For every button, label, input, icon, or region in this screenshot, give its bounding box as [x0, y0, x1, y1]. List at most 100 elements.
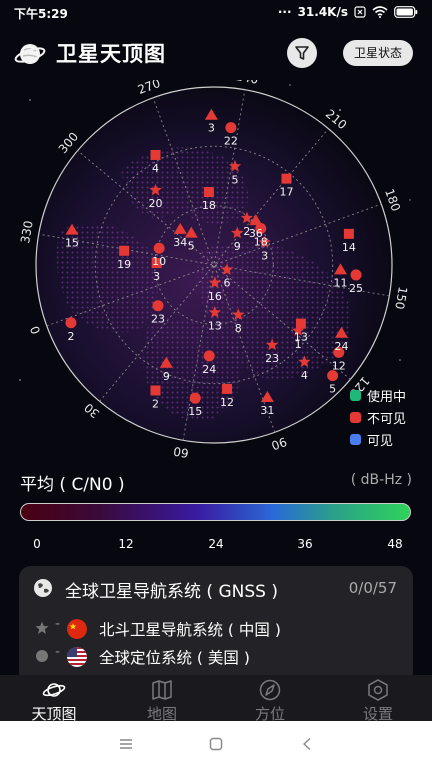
satellite-marker[interactable]: 12	[220, 383, 234, 409]
nav-tab-sky[interactable]: 天顶图	[9, 675, 99, 723]
satellite-id: 22	[224, 135, 238, 148]
nav-tab-bearing[interactable]: 方位	[225, 675, 315, 723]
status-bar: 下午5:29 ··· 31.4K/s	[0, 0, 432, 24]
filter-button[interactable]	[287, 38, 317, 68]
satellite-square-icon	[119, 245, 130, 256]
satellite-id: 5	[231, 173, 238, 186]
back-icon[interactable]	[301, 737, 313, 751]
usa-flag	[67, 647, 87, 667]
satellite-id: 2	[67, 330, 74, 343]
china-flag	[67, 619, 87, 639]
satellite-marker[interactable]: 4	[150, 149, 161, 175]
system-label: 全球定位系统 ( 美国 )	[99, 649, 250, 667]
wifi-icon	[372, 6, 388, 18]
compass-icon	[259, 679, 281, 701]
system-row-beidou[interactable]: - 北斗卫星导航系统 ( 中国 )	[35, 616, 395, 644]
cn0-tick: 36	[297, 537, 313, 551]
satellite-marker[interactable]: 18	[202, 187, 216, 212]
cn0-gradient-bar	[20, 503, 411, 521]
satellite-marker[interactable]: 14	[342, 228, 356, 254]
cn0-tick: 0	[33, 537, 41, 551]
satellite-marker[interactable]: 17	[279, 173, 293, 199]
satellite-marker[interactable]: 10	[152, 242, 166, 269]
satellite-square-icon	[150, 149, 161, 160]
legend-label: 不可见	[367, 411, 407, 427]
satellite-id: 36	[249, 227, 263, 240]
azimuth-label: 330	[18, 220, 36, 245]
satellite-circle-icon	[189, 392, 201, 404]
satellite-marker[interactable]: 15	[188, 392, 202, 419]
azimuth-label: 0	[28, 324, 44, 336]
satellite-id: 5	[329, 383, 336, 396]
status-time: 下午5:29	[14, 7, 68, 21]
gnss-panel[interactable]: 全球卫星导航系统 ( GNSS ) 0/0/57 - 北斗卫星导航系统 ( 中国…	[19, 566, 413, 691]
system-row-gps[interactable]: - 全球定位系统 ( 美国 )	[35, 644, 395, 672]
satellite-square-icon	[281, 173, 292, 184]
globe-icon	[34, 579, 52, 597]
satellite-id: 16	[208, 290, 222, 303]
star-icon	[35, 621, 49, 634]
planet-icon	[14, 44, 46, 64]
azimuth-label: 30	[82, 400, 103, 421]
satellite-marker[interactable]: 13	[294, 318, 308, 344]
satellite-id: 3	[153, 270, 160, 283]
satellite-id: 13	[294, 331, 308, 344]
satellite-marker[interactable]: 2	[150, 385, 161, 410]
satellite-circle-icon	[225, 122, 237, 134]
satellite-marker[interactable]: 19	[117, 245, 131, 271]
system-navigation-bar	[0, 721, 432, 768]
azimuth-label: 150	[392, 285, 410, 310]
legend-item-not-visible: 不可见	[350, 406, 406, 428]
satellite-marker[interactable]: 22	[224, 122, 238, 148]
satellite-square-icon	[295, 318, 306, 329]
separator-dash: -	[55, 616, 61, 632]
gnss-count: 0/0/57	[348, 579, 397, 597]
azimuth-label: 270	[136, 80, 162, 97]
satellite-id: 15	[65, 237, 79, 250]
satellite-id: 4	[152, 162, 159, 175]
azimuth-label: 60	[172, 444, 189, 460]
satellite-circle-icon	[153, 242, 165, 254]
satellite-status-button[interactable]: 卫星状态	[343, 40, 413, 66]
satellite-id: 17	[279, 186, 293, 199]
page-title: 卫星天顶图	[56, 42, 166, 66]
legend-swatch	[350, 433, 361, 445]
satellite-marker[interactable]: 25	[349, 269, 363, 295]
settings-icon	[368, 679, 388, 701]
legend: 使用中 不可见 可见	[350, 384, 406, 450]
legend-label: 使用中	[367, 389, 407, 405]
legend-item-in-use: 使用中	[350, 384, 406, 406]
system-label: 北斗卫星导航系统 ( 中国 )	[99, 621, 281, 639]
satellite-circle-icon	[152, 300, 164, 312]
bottom-navigation: 天顶图 地图 方位 设置	[0, 675, 432, 723]
satellite-id: 18	[202, 199, 216, 212]
home-icon[interactable]	[209, 737, 223, 751]
satellite-circle-icon	[350, 269, 362, 281]
satellite-id: 15	[188, 405, 202, 418]
satellite-marker[interactable]: 24	[202, 350, 216, 376]
satellite-id: 2	[152, 397, 159, 410]
satellite-id: 23	[265, 352, 279, 365]
more-icon: ···	[277, 5, 292, 19]
satellite-square-icon	[150, 385, 161, 396]
satellite-id: 12	[220, 396, 234, 409]
satellite-id: 24	[202, 363, 216, 376]
legend-swatch	[350, 411, 361, 423]
battery-icon	[394, 6, 418, 18]
cn0-tick: 48	[387, 537, 403, 551]
nav-tab-map[interactable]: 地图	[117, 675, 207, 723]
menu-icon[interactable]	[119, 738, 133, 750]
nav-tab-settings[interactable]: 设置	[333, 675, 423, 723]
satellite-id: 24	[334, 340, 348, 353]
cn0-tick: 12	[118, 537, 134, 551]
satellite-id: 3	[208, 122, 215, 135]
satellite-id: 23	[151, 313, 165, 326]
filter-icon	[295, 46, 309, 60]
satellite-marker[interactable]: 23	[151, 300, 165, 326]
map-icon	[152, 680, 172, 700]
satellite-id: 4	[301, 369, 308, 382]
separator-dash: -	[55, 644, 61, 660]
status-icons: ··· 31.4K/s	[278, 5, 418, 19]
network-speed: 31.4K/s	[297, 5, 348, 19]
satellite-id: 13	[208, 319, 222, 332]
